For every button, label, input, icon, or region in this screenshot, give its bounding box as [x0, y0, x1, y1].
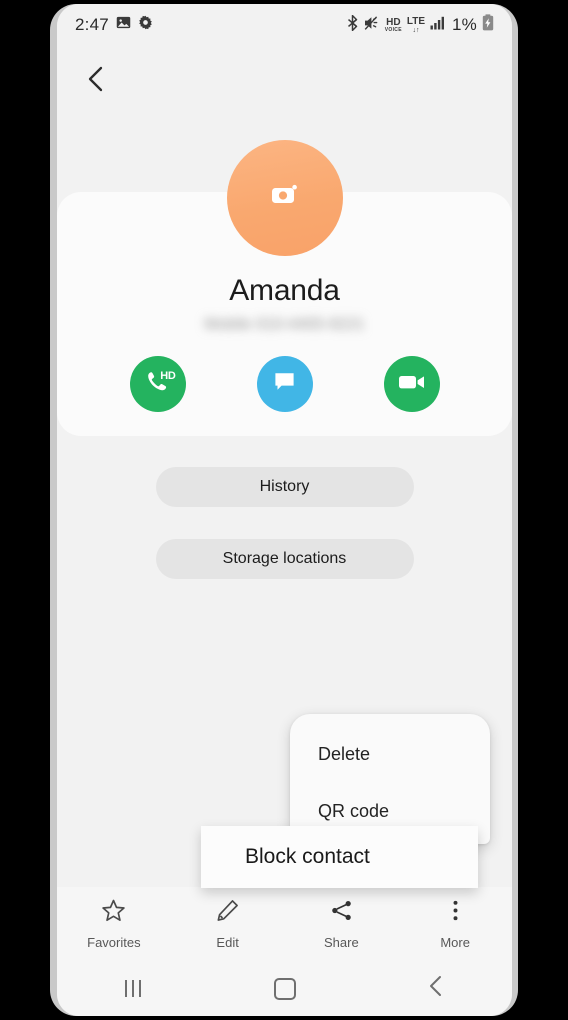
history-button-label: History	[259, 478, 310, 495]
toolbar-item-edit-label: Edit	[216, 935, 239, 950]
toolbar-item-more-label: More	[440, 935, 470, 950]
toolbar-item-edit[interactable]: Edit	[171, 898, 285, 950]
nav-home-button[interactable]	[209, 977, 361, 1000]
hd-voice-icon: HD VOICE	[384, 16, 402, 33]
battery-charging-icon	[482, 14, 494, 36]
lte-icon: LTE ↓↑	[406, 15, 426, 34]
status-bar-right: HD VOICE LTE ↓↑ 1%	[346, 14, 494, 36]
menu-item-delete-label: Delete	[318, 744, 371, 764]
video-camera-icon	[398, 372, 426, 397]
toolbar-item-favorites-label: Favorites	[87, 935, 141, 950]
chevron-left-icon	[86, 64, 106, 99]
toolbar-item-favorites[interactable]: Favorites	[57, 898, 171, 950]
bottom-toolbar: Favorites Edit Share More	[57, 887, 512, 961]
image-icon	[116, 15, 131, 35]
toolbar-item-more[interactable]: More	[398, 898, 512, 950]
app-top-bar	[57, 46, 512, 108]
message-bubble-icon	[272, 369, 297, 399]
signal-bars-icon	[430, 16, 446, 35]
storage-locations-button-label: Storage locations	[222, 550, 347, 567]
storage-locations-button[interactable]: Storage locations	[155, 539, 414, 579]
menu-item-delete[interactable]: Delete	[290, 726, 490, 783]
lte-top-label: LTE	[406, 15, 426, 27]
hd-badge-label: HD	[160, 370, 176, 382]
call-button[interactable]: HD	[129, 356, 186, 412]
battery-percent-label: 1%	[452, 15, 477, 34]
contact-action-row: HD	[57, 356, 512, 412]
screenshot-stage: 2:47 HD VOICE LTE ↓↑ 1% Amanda Mobile 01…	[0, 0, 568, 1020]
nav-back-button[interactable]	[360, 975, 512, 1002]
status-clock: 2:47	[75, 15, 109, 34]
status-bar-left: 2:47	[75, 15, 153, 35]
contact-card: Amanda Mobile 010-4405-9221 HD	[57, 140, 512, 436]
video-call-button[interactable]	[383, 356, 440, 412]
block-contact-label: Block contact	[245, 845, 370, 868]
home-square-icon	[273, 977, 296, 1000]
back-button[interactable]	[75, 60, 117, 102]
hd-voice-bottom-label: VOICE	[384, 26, 402, 33]
message-button[interactable]	[256, 356, 313, 412]
more-vertical-icon	[443, 898, 468, 928]
bluetooth-icon	[346, 14, 359, 36]
contact-phone-number: Mobile 010-4405-9221	[204, 316, 365, 333]
share-icon	[329, 898, 354, 928]
toolbar-item-share-label: Share	[324, 935, 359, 950]
camera-icon	[270, 183, 300, 214]
toolbar-item-share[interactable]: Share	[285, 898, 399, 950]
menu-item-qr-code-label: QR code	[318, 801, 390, 821]
pencil-icon	[215, 898, 240, 928]
avatar[interactable]	[226, 140, 343, 256]
lte-arrows-label: ↓↑	[412, 26, 420, 34]
nav-recents-button[interactable]	[57, 980, 209, 997]
volume-mute-icon	[364, 15, 380, 36]
more-options-popup-menu: Delete QR code	[290, 714, 490, 844]
hd-voice-top-label: HD	[386, 16, 401, 28]
status-bar: 2:47 HD VOICE LTE ↓↑ 1%	[57, 4, 512, 46]
recents-icon	[124, 980, 141, 997]
gear-icon	[138, 15, 153, 35]
android-nav-bar	[57, 961, 512, 1016]
history-button[interactable]: History	[155, 467, 414, 507]
block-contact-menu-item[interactable]: Block contact	[201, 826, 478, 888]
chevron-left-icon	[428, 975, 444, 1002]
contact-name: Amanda	[229, 274, 340, 307]
star-icon	[101, 898, 126, 928]
